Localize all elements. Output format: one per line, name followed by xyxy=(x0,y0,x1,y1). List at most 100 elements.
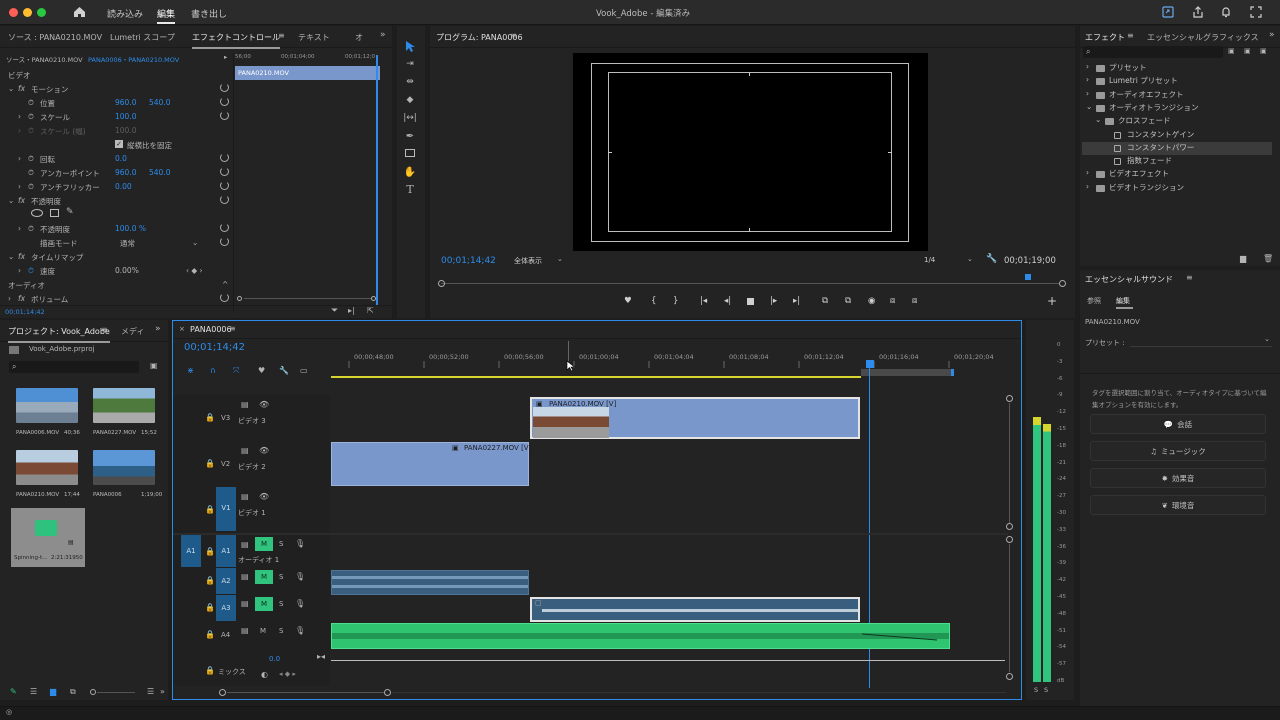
freeform-view-icon[interactable]: ⧉ xyxy=(70,687,76,697)
uniform-scale-row[interactable]: ✓ 縦横比を固定 xyxy=(0,138,232,152)
effects-tree-item[interactable]: › ビデオエフェクト xyxy=(1082,168,1272,181)
reset-icon[interactable] xyxy=(220,83,229,92)
mark-out-icon[interactable]: } xyxy=(673,296,678,306)
lock-icon[interactable]: 🔒 xyxy=(205,459,215,468)
effects-tree-item[interactable]: › オーディオエフェクト xyxy=(1082,89,1272,102)
timeline-playhead-head[interactable] xyxy=(866,360,874,368)
position-y-value[interactable]: 540.0 xyxy=(149,98,170,107)
thumb-pana0006-seq[interactable] xyxy=(93,450,155,485)
film-toggle-icon[interactable]: ▤ xyxy=(241,446,249,455)
timeline-hscroll[interactable] xyxy=(219,688,391,696)
lock-icon[interactable]: 🔒 xyxy=(205,630,215,639)
solo-button[interactable]: S xyxy=(279,627,283,635)
lock-icon[interactable]: 🔒 xyxy=(205,413,215,422)
music-button[interactable]: ♫ ミュージック xyxy=(1090,441,1266,461)
ec-timecode[interactable]: 00;01;14;42 xyxy=(5,308,45,316)
mute-button[interactable]: M xyxy=(255,570,273,584)
clip-v2-pana0227[interactable]: ▣ PANA0227.MOV [V] xyxy=(331,442,531,486)
a1-track-target[interactable]: A1 xyxy=(216,535,236,567)
lock-icon[interactable]: 🔒 xyxy=(205,547,215,556)
reset-icon[interactable] xyxy=(220,223,229,232)
panel-menu-icon[interactable]: ≡ xyxy=(101,325,108,334)
program-timecode[interactable]: 00;01;14;42 xyxy=(441,256,496,266)
effects-tree-item[interactable]: › ビデオトランジション xyxy=(1082,182,1272,195)
speed-row[interactable]: › ⏱ 速度 0.00% ‹ ◆ › xyxy=(0,264,232,278)
ec-zoom-scrollbar[interactable] xyxy=(237,294,377,302)
mute-button[interactable]: M xyxy=(255,597,273,611)
reset-icon[interactable] xyxy=(220,181,229,190)
icon-view-icon[interactable]: ▆ xyxy=(50,687,56,696)
motion-row[interactable]: ⌄ fx モーション xyxy=(0,82,232,96)
share-icon[interactable] xyxy=(1192,6,1204,18)
volume-row[interactable]: › fx ボリューム xyxy=(0,292,232,306)
tab-project[interactable]: プロジェクト: Vook_Adobe xyxy=(8,326,110,343)
clip-a4-music[interactable] xyxy=(331,623,950,649)
opacity-group-row[interactable]: ⌄ fx 不透明度 xyxy=(0,194,232,208)
close-window-button[interactable] xyxy=(9,8,18,17)
dialogue-button[interactable]: 💬 会話 xyxy=(1090,414,1266,434)
step-back-icon[interactable]: ◂| xyxy=(724,296,731,306)
tab-lumetri-scopes[interactable]: Lumetri スコープ xyxy=(110,32,175,43)
eye-icon[interactable]: 👁 xyxy=(259,446,269,455)
panel-menu-icon[interactable]: ≡ xyxy=(1186,273,1193,282)
quick-export-icon[interactable] xyxy=(1162,6,1174,18)
mic-icon[interactable]: 🎙 xyxy=(295,599,305,608)
linked-selection-icon[interactable]: ⤧ xyxy=(233,366,239,376)
sort-icon[interactable]: ☰ xyxy=(147,687,154,696)
eye-icon[interactable]: 👁 xyxy=(259,492,269,501)
v1-source-patch[interactable]: V1 xyxy=(216,487,236,531)
export-frame-icon[interactable]: ⇱ xyxy=(367,306,374,315)
mic-icon[interactable]: 🎙 xyxy=(295,626,305,635)
solo-left-button[interactable]: S xyxy=(1034,686,1038,694)
a2-track-target[interactable]: A2 xyxy=(216,568,236,594)
position-row[interactable]: ⏱ 位置 960.0 540.0 xyxy=(0,96,232,110)
mix-volume[interactable]: 0.0 xyxy=(269,655,280,663)
timeline-timecode[interactable]: 00;01;14;42 xyxy=(184,342,245,353)
sync-lock-icon[interactable]: ▤ xyxy=(241,572,249,581)
nav-import[interactable]: 読み込み xyxy=(107,7,143,20)
panel-menu-icon[interactable]: ≡ xyxy=(1127,31,1134,40)
thumb-pana0006-mov[interactable] xyxy=(16,388,78,423)
fullscreen-icon[interactable] xyxy=(1250,6,1262,18)
effects-tree-item[interactable]: › プリセット xyxy=(1082,62,1272,75)
nav-edit[interactable]: 編集 xyxy=(157,7,176,24)
solo-right-button[interactable]: S xyxy=(1044,686,1048,694)
tab-essential-graphics[interactable]: エッセンシャルグラフィックス xyxy=(1147,32,1259,43)
a3-track-target[interactable]: A3 xyxy=(216,595,236,621)
selection-tool-icon[interactable] xyxy=(404,40,416,52)
scale-value[interactable]: 100.0 xyxy=(115,112,136,121)
nest-icon[interactable]: ⋇ xyxy=(187,366,194,375)
add-button[interactable]: + xyxy=(1047,294,1057,308)
fit-select[interactable]: 全体表示 xyxy=(514,256,542,266)
pen-mask-icon[interactable]: ✎ xyxy=(66,207,74,217)
accelerated-effects-icon[interactable]: ▣ xyxy=(1228,47,1235,55)
mark-in-icon[interactable]: { xyxy=(651,296,656,306)
lock-icon[interactable]: 🔒 xyxy=(205,603,215,612)
new-bin-icon[interactable]: ▆ xyxy=(1240,254,1246,263)
tab-sequence[interactable]: PANA0006 xyxy=(190,325,232,334)
effects-tree-item[interactable]: 指数フェード xyxy=(1082,155,1272,168)
stop-icon[interactable] xyxy=(747,298,754,305)
quality-select[interactable]: 1/4 xyxy=(924,256,935,264)
sequence-clip-label[interactable]: PANA0006・PANA0210.MOV xyxy=(88,54,179,64)
scale-row[interactable]: › ⏱ スケール 100.0 xyxy=(0,110,232,124)
thumb-pana0210-mov[interactable] xyxy=(16,450,78,485)
solo-button[interactable]: S xyxy=(279,573,283,581)
panel-menu-icon[interactable]: ≡ xyxy=(510,31,517,40)
knob-icon[interactable]: ◐ xyxy=(261,670,268,679)
tab-edit[interactable]: 編集 xyxy=(1116,296,1130,306)
effects-tree-item[interactable]: コンスタントパワー xyxy=(1082,141,1272,155)
opacity-row[interactable]: › ⏱ 不透明度 100.0 % xyxy=(0,222,232,236)
film-toggle-icon[interactable]: ▤ xyxy=(241,492,249,501)
wrench-icon[interactable]: 🔧 xyxy=(279,366,289,375)
effects-tree-item[interactable]: コンスタントゲイン xyxy=(1082,129,1272,142)
program-scrub-bar[interactable] xyxy=(438,274,1066,291)
extract-icon[interactable]: ⧉ xyxy=(845,296,851,306)
nav-export[interactable]: 書き出し xyxy=(191,7,227,20)
ellipse-mask-icon[interactable] xyxy=(31,209,43,217)
overflow-chevron-icon[interactable]: » xyxy=(160,687,165,696)
flicker-row[interactable]: › ⏱ アンチフリッカー 0.00 xyxy=(0,180,232,194)
reset-icon[interactable] xyxy=(220,167,229,176)
add-marker-icon[interactable]: ♥ xyxy=(258,366,265,375)
wrench-icon[interactable]: 🔧 xyxy=(986,254,997,264)
